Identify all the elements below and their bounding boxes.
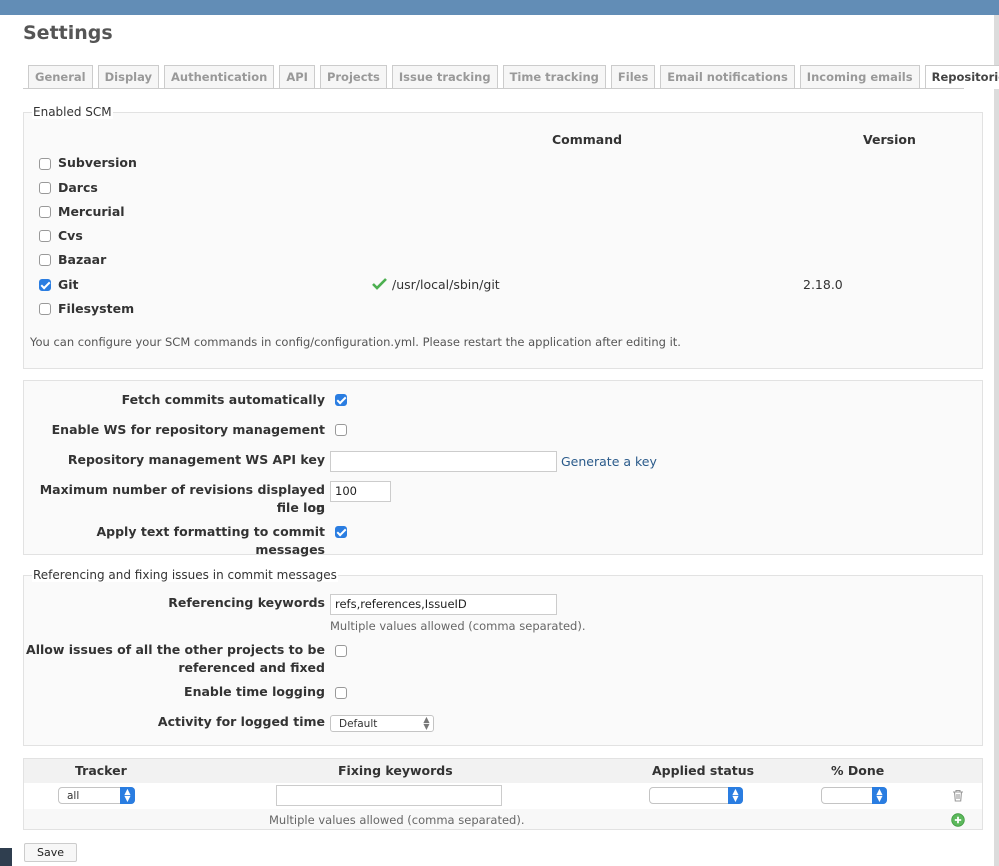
scm-label-filesystem: Filesystem (58, 301, 135, 316)
percent-done-select[interactable]: ▲ ▼ (821, 787, 887, 804)
scm-checkbox-darcs[interactable] (39, 182, 51, 194)
text-formatting-checkbox[interactable] (335, 526, 347, 538)
scm-checkbox-cvs[interactable] (39, 230, 51, 242)
api-key-label: Repository management WS API key (67, 452, 325, 467)
api-key-input[interactable] (330, 451, 557, 472)
fetch-commits-label: Fetch commits automatically (121, 392, 325, 407)
tab-time-tracking[interactable]: Time tracking (502, 65, 606, 88)
tab-display[interactable]: Display (97, 65, 160, 88)
max-revisions-input[interactable]: 100 (330, 481, 391, 502)
tab-projects[interactable]: Projects (319, 65, 387, 88)
tracker-header: Tracker (75, 763, 127, 778)
enabled-scm-legend: Enabled SCM (32, 105, 113, 119)
checkmark-icon (372, 278, 387, 290)
time-logging-checkbox[interactable] (335, 687, 347, 699)
percent-done-header: % Done (831, 763, 885, 778)
window-edge (994, 15, 999, 866)
scm-label-bazaar: Bazaar (58, 252, 107, 267)
cross-project-checkbox[interactable] (335, 645, 347, 657)
scm-checkbox-subversion[interactable] (39, 158, 51, 170)
select-arrows-icon: ▲ ▼ (423, 715, 430, 731)
tab-repositories[interactable]: Repositories (924, 65, 999, 89)
window-corner (0, 848, 12, 866)
top-bar (0, 0, 999, 15)
activity-select-value: Default (339, 718, 378, 730)
scm-label-cvs: Cvs (58, 228, 83, 243)
tab-incoming-emails[interactable]: Incoming emails (799, 65, 920, 88)
applied-status-header: Applied status (652, 763, 755, 778)
tab-authentication[interactable]: Authentication (164, 65, 275, 88)
select-arrows-icon: ▲ ▼ (120, 787, 135, 804)
scm-checkbox-git[interactable] (39, 279, 51, 291)
fetch-commits-checkbox[interactable] (335, 394, 347, 406)
tab-files[interactable]: Files (610, 65, 656, 88)
git-command-path: /usr/local/sbin/git (392, 277, 500, 292)
activity-select[interactable]: Default ▲ ▼ (330, 715, 434, 732)
scm-label-darcs: Darcs (58, 180, 98, 195)
repository-settings-fieldset: Fetch commits automatically Enable WS fo… (23, 380, 983, 557)
enable-ws-checkbox[interactable] (335, 424, 347, 436)
referencing-keywords-label: Referencing keywords (168, 595, 325, 610)
scm-label-subversion: Subversion (58, 155, 137, 170)
fixing-keywords-hint: Multiple values allowed (comma separated… (269, 813, 525, 827)
referencing-legend: Referencing and fixing issues in commit … (32, 568, 338, 582)
fixing-keywords-input[interactable] (276, 785, 502, 806)
referencing-keywords-input[interactable]: refs,references,IssueID (330, 594, 557, 615)
cross-project-label-line1: Allow issues of all the other projects t… (26, 642, 325, 657)
tab-issue-tracking[interactable]: Issue tracking (391, 65, 498, 88)
git-version: 2.18.0 (803, 277, 843, 292)
time-logging-label: Enable time logging (184, 684, 325, 699)
max-revisions-label-line2: file log (276, 500, 325, 515)
settings-tabs: General Display Authentication API Proje… (28, 65, 999, 89)
scm-checkbox-bazaar[interactable] (39, 254, 51, 266)
version-column-header: Version (863, 132, 916, 147)
select-arrows-icon: ▲ ▼ (728, 787, 743, 804)
page-title: Settings (23, 22, 113, 44)
cross-project-label-line2: referenced and fixed (178, 660, 325, 675)
tab-email-notifications[interactable]: Email notifications (660, 65, 795, 88)
enabled-scm-fieldset: Enabled SCM Command Version Subversion D… (23, 105, 983, 369)
tracker-select[interactable]: all ▲ ▼ (58, 787, 135, 804)
select-arrows-icon: ▲ ▼ (872, 787, 887, 804)
activity-label: Activity for logged time (157, 714, 325, 729)
save-button[interactable]: Save (24, 843, 77, 862)
scm-config-note: You can configure your SCM commands in c… (30, 335, 681, 349)
referencing-keywords-hint: Multiple values allowed (comma separated… (330, 619, 586, 633)
tab-api[interactable]: API (279, 65, 315, 88)
tracker-select-value: all (67, 790, 80, 802)
scm-label-mercurial: Mercurial (58, 204, 125, 219)
fixing-keywords-header: Fixing keywords (338, 763, 453, 778)
scm-checkbox-filesystem[interactable] (39, 303, 51, 315)
applied-status-select[interactable]: ▲ ▼ (649, 787, 743, 804)
generate-key-link[interactable]: Generate a key (561, 454, 657, 469)
scm-checkbox-mercurial[interactable] (39, 206, 51, 218)
tab-divider (23, 88, 964, 89)
text-formatting-label: Apply text formatting to commit messages (96, 524, 325, 557)
command-column-header: Command (552, 132, 623, 147)
referencing-fieldset: Referencing and fixing issues in commit … (23, 568, 983, 746)
add-icon[interactable] (951, 813, 965, 827)
scm-label-git: Git (58, 277, 79, 292)
enable-ws-label: Enable WS for repository management (51, 422, 325, 437)
tab-general[interactable]: General (28, 65, 93, 88)
trash-icon[interactable] (952, 789, 964, 802)
